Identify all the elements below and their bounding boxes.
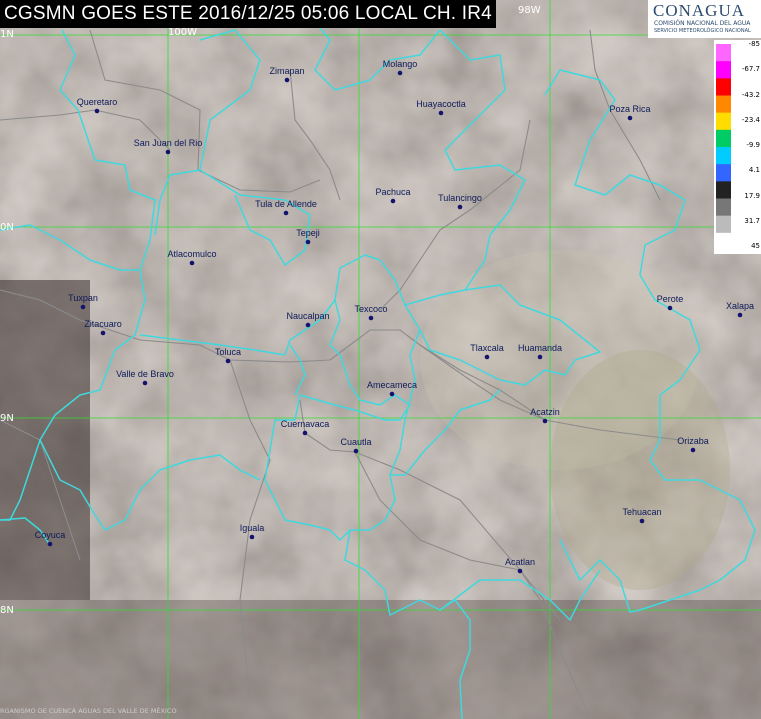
city-dot-icon xyxy=(690,447,696,453)
city-label: Toluca xyxy=(215,347,241,357)
legend-color-segment xyxy=(716,95,731,114)
logo-subtitle-2: SERVICIO METEOROLÓGICO NACIONAL xyxy=(654,28,751,34)
city-dot-icon xyxy=(47,541,53,547)
city-dot-icon xyxy=(390,198,396,204)
legend-color-segment xyxy=(716,61,731,79)
city-label: Zitacuaro xyxy=(84,319,122,329)
logo-name: CONAGUA xyxy=(653,1,745,20)
graticule-label: 1N xyxy=(0,29,14,40)
legend-tick-label: 17.9 xyxy=(744,191,760,200)
graticule-label: 100W xyxy=(168,27,197,38)
graticule-label: 9N xyxy=(0,413,14,424)
conagua-logo: CONAGUA COMISIÓN NACIONAL DEL AGUA SERVI… xyxy=(648,0,761,38)
city-dot-icon xyxy=(627,115,633,121)
city-label: Acatlan xyxy=(505,557,535,567)
city-label: Valle de Bravo xyxy=(116,369,174,379)
city-dot-icon xyxy=(165,149,171,155)
city-dot-icon xyxy=(542,418,548,424)
city-dot-icon xyxy=(438,110,444,116)
city-dot-icon xyxy=(249,534,255,540)
city-dot-icon xyxy=(484,354,490,360)
dark-cloud-south xyxy=(0,600,761,719)
legend-color-segment xyxy=(716,78,731,96)
graticule-label: 8N xyxy=(0,605,14,616)
dark-cloud-west xyxy=(0,280,90,600)
city-dot-icon xyxy=(225,358,231,364)
city-label: Atlacomulco xyxy=(167,249,216,259)
satellite-map: 1N100W99W98W0N9N8N ZimapanMolangoQuereta… xyxy=(0,0,761,719)
city-label: Tula de Allende xyxy=(255,199,317,209)
city-dot-icon xyxy=(284,77,290,83)
city-label: Zimapan xyxy=(269,66,304,76)
city-label: Tuxpan xyxy=(68,293,98,303)
legend-tick-label: 31.7 xyxy=(744,216,760,225)
legend-tick-label: 4.1 xyxy=(748,166,760,175)
graticule-label: 0N xyxy=(0,222,14,233)
city-label: Xalapa xyxy=(726,301,754,311)
city-dot-icon xyxy=(537,354,543,360)
legend-color-segment xyxy=(716,181,731,199)
legend-color-segment xyxy=(716,129,731,148)
city-dot-icon xyxy=(667,305,673,311)
city-dot-icon xyxy=(305,239,311,245)
city-dot-icon xyxy=(80,304,86,310)
footer-credit: RGANISMO DE CUENCA AGUAS DEL VALLE DE MÉ… xyxy=(0,707,177,715)
city-label: Molango xyxy=(383,59,418,69)
legend-color-segment xyxy=(716,112,731,131)
city-dot-icon xyxy=(305,322,311,328)
city-label: Texcoco xyxy=(354,304,387,314)
city-dot-icon xyxy=(389,391,395,397)
city-dot-icon xyxy=(94,108,100,114)
yellow-cloud-east xyxy=(550,350,730,590)
image-header-title: CGSMN GOES ESTE 2016/12/25 05:06 LOCAL C… xyxy=(0,0,496,28)
city-label: San Juan del Rio xyxy=(134,138,203,148)
city-dot-icon xyxy=(353,448,359,454)
city-label: Huayacoctla xyxy=(416,99,466,109)
city-label: Tlaxcala xyxy=(470,343,504,353)
city-dot-icon xyxy=(368,315,374,321)
city-dot-icon xyxy=(283,210,289,216)
city-label: Tehuacan xyxy=(622,507,661,517)
city-label: Cuernavaca xyxy=(281,419,330,429)
legend-color-segment xyxy=(716,232,731,250)
legend-tick-label: -23.4 xyxy=(741,115,760,124)
city-label: Coyuca xyxy=(35,530,66,540)
city-label: Tepeji xyxy=(296,228,320,238)
temperature-legend: -85 -67.7 -43.2 -23.4 -9.9 4.1 17.9 31.7 45 xyxy=(714,40,761,254)
city-label: Acatzin xyxy=(530,407,560,417)
graticule-label: 98W xyxy=(518,5,541,16)
city-dot-icon xyxy=(142,380,148,386)
logo-subtitle-1: COMISIÓN NACIONAL DEL AGUA xyxy=(654,20,751,27)
city-label: Amecameca xyxy=(367,380,417,390)
legend-color-segment xyxy=(716,215,731,234)
city-dot-icon xyxy=(100,330,106,336)
city-label: Pachuca xyxy=(375,187,410,197)
city-dot-icon xyxy=(302,430,308,436)
city-label: Huamanda xyxy=(518,343,562,353)
city-dot-icon xyxy=(457,204,463,210)
city-dot-icon xyxy=(737,312,743,318)
legend-color-segment xyxy=(716,147,731,165)
legend-color-segment xyxy=(716,44,731,62)
legend-color-segment xyxy=(716,164,731,182)
city-label: Poza Rica xyxy=(609,104,650,114)
city-label: Iguala xyxy=(240,523,265,533)
city-dot-icon xyxy=(639,518,645,524)
city-label: Tulancingo xyxy=(438,193,482,203)
legend-color-segment xyxy=(716,198,731,217)
city-dot-icon xyxy=(517,568,523,574)
city-dot-icon xyxy=(397,70,403,76)
city-label: Queretaro xyxy=(77,97,118,107)
legend-tick-label: -43.2 xyxy=(741,90,760,99)
city-label: Orizaba xyxy=(677,436,709,446)
city-dot-icon xyxy=(189,260,195,266)
city-label: Cuautla xyxy=(340,437,371,447)
city-label: Perote xyxy=(657,294,684,304)
legend-tick-label: 45 xyxy=(751,242,760,250)
legend-color-bar xyxy=(716,44,731,250)
city-label: Naucalpan xyxy=(286,311,329,321)
legend-tick-label: -85 xyxy=(748,40,760,48)
legend-tick-label: -9.9 xyxy=(746,141,760,149)
legend-tick-label: -67.7 xyxy=(741,65,760,74)
